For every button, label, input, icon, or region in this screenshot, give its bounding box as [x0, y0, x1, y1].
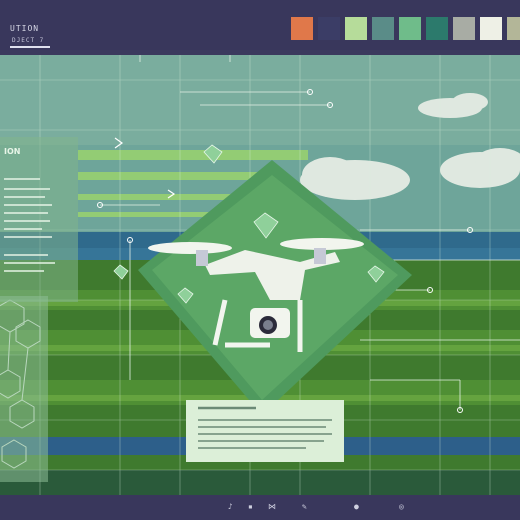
- bowtie-icon[interactable]: ⋈: [268, 502, 276, 511]
- square-icon[interactable]: ▪: [248, 502, 253, 511]
- color-swatch[interactable]: [372, 17, 394, 40]
- color-swatch[interactable]: [291, 17, 313, 40]
- color-palette: [291, 17, 520, 40]
- title-underline: [10, 46, 50, 48]
- description-box: [186, 400, 344, 462]
- info-panel-text-lines: [4, 178, 55, 272]
- color-swatch[interactable]: [345, 17, 367, 40]
- color-swatch[interactable]: [399, 17, 421, 40]
- color-swatch[interactable]: [453, 17, 475, 40]
- description-text-lines: [198, 406, 332, 449]
- edit-icon[interactable]: ✎: [302, 502, 307, 511]
- page-title: UTION: [10, 24, 40, 33]
- bottom-toolbar: ♪ ▪ ⋈ ✎ ● ◎: [0, 495, 520, 520]
- info-panel-title: ION: [4, 147, 21, 156]
- color-swatch[interactable]: [507, 17, 520, 40]
- music-note-icon[interactable]: ♪: [228, 502, 233, 511]
- circle-icon[interactable]: ●: [354, 502, 359, 511]
- app-window: UTION DJECT 7 ION ♪ ▪ ⋈ ✎ ● ◎: [0, 0, 520, 520]
- color-swatch[interactable]: [318, 17, 340, 40]
- target-icon[interactable]: ◎: [399, 502, 404, 511]
- color-swatch[interactable]: [480, 17, 502, 40]
- page-subtitle: DJECT 7: [12, 37, 45, 44]
- color-swatch[interactable]: [426, 17, 448, 40]
- hexagon-panel: [0, 296, 48, 482]
- info-panel: [0, 137, 78, 302]
